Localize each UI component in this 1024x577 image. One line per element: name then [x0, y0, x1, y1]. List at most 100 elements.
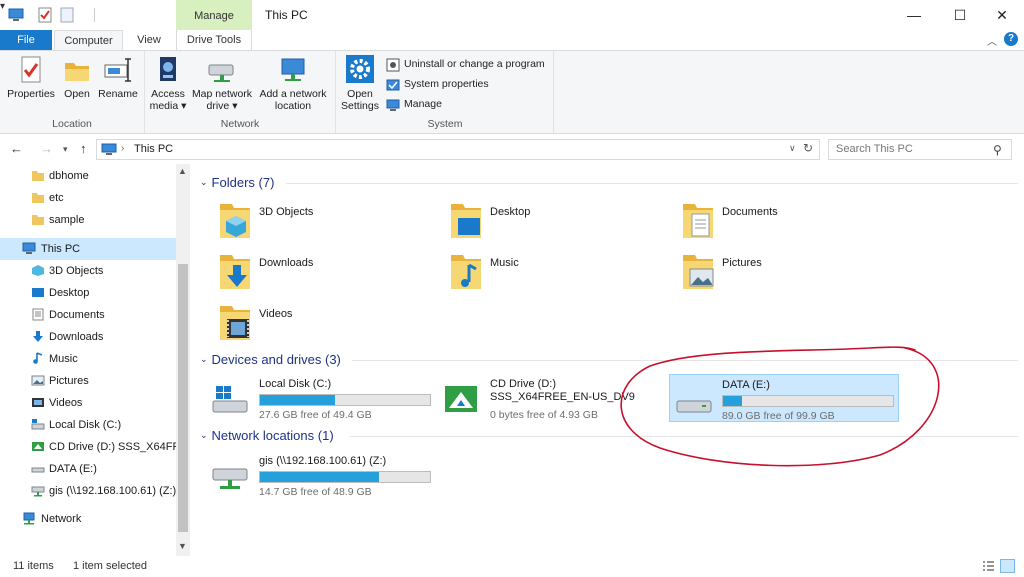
- address-dropdown-icon[interactable]: ∨: [789, 143, 796, 154]
- tab-file[interactable]: File: [0, 30, 52, 50]
- ribbon-group-label: System: [427, 118, 463, 130]
- scroll-up-icon[interactable]: ▲: [178, 166, 187, 176]
- devices-group-header[interactable]: ⌄ Devices and drives (3): [200, 350, 341, 370]
- recent-locations-icon[interactable]: ▾: [63, 144, 68, 155]
- maximize-button[interactable]: ☐: [938, 0, 982, 30]
- scroll-down-icon[interactable]: ▼: [178, 541, 187, 551]
- search-input[interactable]: Search This PC ⚲: [828, 139, 1012, 160]
- large-icons-view-icon[interactable]: [1000, 559, 1015, 573]
- rename-button[interactable]: Rename: [96, 55, 140, 100]
- drive-name: gis (\\192.168.100.61) (Z:): [259, 455, 387, 467]
- folder-music[interactable]: Music: [427, 251, 647, 299]
- nav-item-videos[interactable]: Videos: [0, 392, 176, 414]
- folder-pictures[interactable]: Pictures: [659, 251, 879, 299]
- drive-name: CD Drive (D:): [490, 378, 556, 390]
- folder-desktop[interactable]: Desktop: [427, 200, 647, 248]
- nav-item-data-e[interactable]: DATA (E:): [0, 458, 176, 480]
- divider: [94, 8, 95, 22]
- network-drive-icon: [212, 468, 248, 489]
- folder-3d-objects[interactable]: 3D Objects: [196, 200, 416, 248]
- nav-item-pictures[interactable]: Pictures: [0, 370, 176, 392]
- tab-view[interactable]: View: [127, 30, 171, 50]
- manage-button[interactable]: Manage: [386, 96, 442, 113]
- minimize-button[interactable]: —: [892, 0, 936, 30]
- refresh-icon[interactable]: ↻: [803, 141, 813, 155]
- nav-item-label: Documents: [49, 309, 105, 321]
- manage-context-tab[interactable]: Manage: [176, 0, 252, 30]
- nav-item-local-disk-c[interactable]: Local Disk (C:): [0, 414, 176, 436]
- nav-item-downloads[interactable]: Downloads: [0, 326, 176, 348]
- up-arrow-icon[interactable]: ↑: [80, 141, 87, 156]
- chevron-down-icon[interactable]: ⌄: [200, 177, 208, 187]
- drive-cd-d[interactable]: CD Drive (D:) SSS_X64FREE_EN-US_DV9 0 by…: [427, 374, 655, 424]
- nav-item-gis-z[interactable]: gis (\\192.168.100.61) (Z:): [0, 480, 176, 502]
- close-button[interactable]: ✕: [980, 0, 1024, 30]
- nav-item-this-pc[interactable]: This PC: [0, 238, 176, 260]
- cd-drive-icon: [445, 386, 477, 412]
- nav-item-label: Pictures: [49, 375, 89, 387]
- nav-item-dbhome[interactable]: dbhome: [0, 165, 176, 187]
- cd-drive-icon: [32, 442, 44, 451]
- drive-usage-bar: [722, 395, 894, 407]
- system-properties-button[interactable]: System properties: [386, 76, 489, 93]
- drive-data-e[interactable]: DATA (E:) 89.0 GB free of 99.9 GB: [669, 374, 899, 422]
- properties-button[interactable]: Properties: [6, 55, 56, 100]
- breadcrumb-chevron-icon[interactable]: ›: [121, 143, 124, 154]
- drive-usage-fill: [260, 472, 379, 482]
- details-view-icon[interactable]: [982, 560, 995, 572]
- nav-item-cd-drive-d[interactable]: CD Drive (D:) SSS_X64FREE_: [0, 436, 176, 458]
- add-network-location-button[interactable]: Add a network location: [257, 55, 329, 112]
- nav-item-sample[interactable]: sample: [0, 209, 176, 231]
- folder-label: 3D Objects: [259, 206, 314, 218]
- address-bar[interactable]: › This PC ∨ ↻: [96, 139, 820, 160]
- ribbon-group-label: Location: [52, 118, 92, 130]
- tab-drive-tools[interactable]: Drive Tools: [176, 30, 252, 50]
- nav-item-documents[interactable]: Documents: [0, 304, 176, 326]
- properties-icon[interactable]: [37, 7, 53, 23]
- breadcrumb[interactable]: This PC: [134, 143, 173, 155]
- properties-icon: [21, 56, 41, 83]
- folder-documents[interactable]: Documents: [659, 200, 879, 248]
- settings-gear-icon: [346, 55, 374, 83]
- nav-item-etc[interactable]: etc: [0, 187, 176, 209]
- uninstall-program-button[interactable]: Uninstall or change a program: [386, 56, 545, 73]
- open-button[interactable]: Open: [60, 55, 94, 100]
- chevron-down-icon[interactable]: ⌄: [200, 354, 208, 364]
- network-drive-gis-z[interactable]: gis (\\192.168.100.61) (Z:) 14.7 GB free…: [196, 451, 431, 501]
- navigation-scrollbar[interactable]: ▲ ▼: [176, 164, 190, 556]
- help-icon[interactable]: ?: [1004, 32, 1018, 46]
- ribbon-group-label: Network: [220, 118, 260, 130]
- map-network-drive-button[interactable]: Map network drive ▾: [189, 55, 255, 112]
- nav-item-label: Local Disk (C:): [49, 419, 122, 431]
- collapse-ribbon-icon[interactable]: ︿: [987, 33, 997, 48]
- forward-arrow-icon[interactable]: →: [40, 141, 53, 156]
- chevron-down-icon[interactable]: ⌄: [200, 430, 208, 440]
- access-media-button[interactable]: Access media ▾: [148, 55, 188, 112]
- folder-videos[interactable]: Videos: [196, 302, 416, 350]
- item-count: 11 items: [13, 560, 54, 572]
- nav-item-label: Network: [41, 513, 82, 525]
- drive-local-disk-c[interactable]: Local Disk (C:) 27.6 GB free of 49.4 GB: [196, 374, 431, 424]
- tab-computer[interactable]: Computer: [54, 30, 123, 51]
- drive-usage-fill: [723, 396, 742, 406]
- ribbon-tabs: File Computer View Drive Tools: [0, 30, 1024, 51]
- folders-group-header[interactable]: ⌄ Folders (7): [200, 173, 274, 193]
- nav-item-desktop[interactable]: Desktop: [0, 282, 176, 304]
- nav-item-3d-objects[interactable]: 3D Objects: [0, 260, 176, 282]
- nav-item-music[interactable]: Music: [0, 348, 176, 370]
- network-group-header[interactable]: ⌄ Network locations (1): [200, 426, 334, 446]
- new-folder-icon[interactable]: [59, 7, 75, 23]
- nav-item-network[interactable]: Network: [0, 508, 176, 530]
- scrollbar-thumb[interactable]: [178, 264, 188, 532]
- computer-icon[interactable]: [8, 7, 24, 23]
- search-icon[interactable]: ⚲: [993, 143, 1002, 157]
- map-drive-label-2: drive ▾: [206, 100, 238, 112]
- nav-item-label: gis (\\192.168.100.61) (Z:): [49, 485, 176, 497]
- customize-quick-access-icon[interactable]: ▾: [0, 1, 5, 12]
- back-arrow-icon[interactable]: ←: [10, 141, 23, 156]
- open-settings-button[interactable]: Open Settings: [340, 55, 380, 112]
- folder-downloads[interactable]: Downloads: [196, 251, 416, 299]
- 3d-objects-folder-icon: [220, 204, 250, 238]
- drive-free-space: 89.0 GB free of 99.9 GB: [722, 410, 835, 422]
- nav-item-label: Music: [49, 353, 78, 365]
